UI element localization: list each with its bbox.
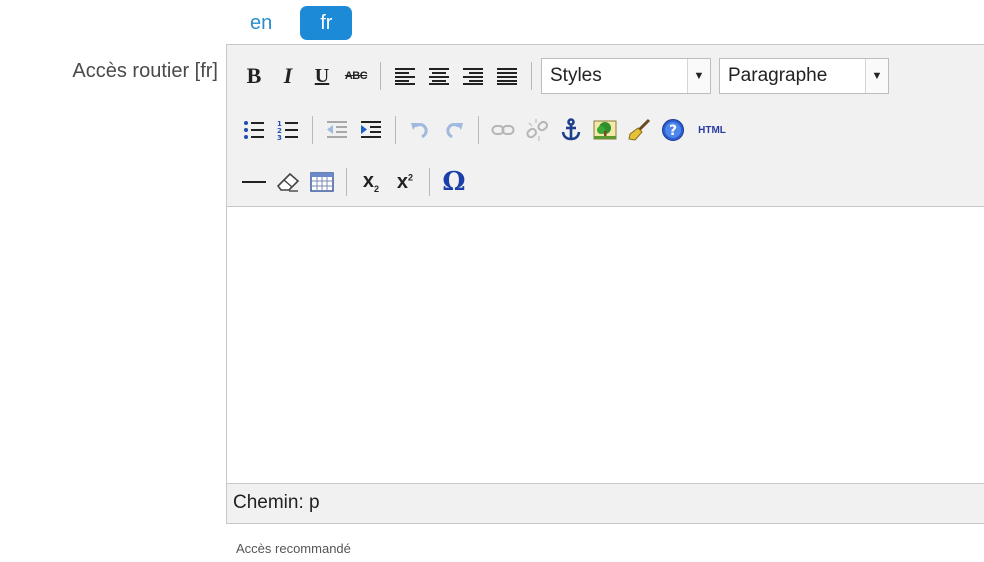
html-source-button[interactable]: HTML [690,113,734,147]
anchor-icon [561,118,581,141]
bold-label: B [246,63,262,88]
horizontal-rule-button[interactable] [237,165,271,199]
eraser-icon [276,172,300,192]
lang-tab-fr[interactable]: fr [300,6,353,40]
toolbar-row-1: B I U ABC Styles ▼ Paragraphe ▼ [237,56,889,96]
undo-button[interactable] [403,113,437,147]
bold-button[interactable]: B [237,59,271,93]
bullet-list-button[interactable] [237,113,271,147]
underline-label: U [314,64,330,87]
italic-button[interactable]: I [271,59,305,93]
align-right-button[interactable] [456,59,490,93]
redo-icon [446,123,463,139]
editor-content-area[interactable] [227,207,984,483]
chevron-down-icon[interactable]: ▼ [687,59,710,93]
toolbar-separator [429,168,430,196]
omega-icon: Ω [442,167,466,197]
table-icon [310,172,334,192]
toolbar-separator [395,116,396,144]
format-select[interactable]: Paragraphe ▼ [719,58,889,94]
cleanup-icon [628,118,651,141]
link-icon [491,125,515,135]
redo-button[interactable] [437,113,471,147]
element-path: Chemin: p [233,492,320,513]
strikethrough-label: ABC [344,70,368,82]
format-select-value: Paragraphe [728,65,828,86]
numbered-list-icon: 123 [277,120,298,141]
strikethrough-button[interactable]: ABC [339,59,373,93]
toolbar-row-3: x2 x2 Ω [237,162,471,202]
align-justify-button[interactable] [490,59,524,93]
outdent-button[interactable] [320,113,354,147]
help-button[interactable]: ? [656,113,690,147]
rich-text-editor: B I U ABC Styles ▼ Paragraphe ▼ 1 2 3 ? … [226,44,984,524]
image-icon [593,120,617,140]
indent-icon [361,121,381,138]
align-left-icon [395,68,415,85]
outdent-icon [327,121,347,138]
editor-status-bar: Chemin: p [227,483,984,523]
field-label: Accès routier [fr] [72,60,218,82]
remove-format-button[interactable] [271,165,305,199]
svg-text:3: 3 [277,134,282,141]
align-right-icon [463,68,483,85]
toolbar-row-2: 123 ? HTML [237,110,734,150]
table-button[interactable] [305,165,339,199]
field-help-text: Accès recommandé [236,541,351,556]
help-icon: ? [662,119,684,141]
align-center-button[interactable] [422,59,456,93]
subscript-base: x [362,170,375,192]
cleanup-button[interactable] [622,113,656,147]
subscript-mark: 2 [374,184,380,194]
toolbar-separator [312,116,313,144]
special-character-button[interactable]: Ω [437,165,471,199]
undo-icon [411,123,428,139]
superscript-mark: 2 [408,171,414,182]
language-tabs: en fr [236,6,366,40]
page: en fr Accès routier [fr] B I U ABC Style… [0,0,984,562]
lang-tab-en[interactable]: en [236,6,286,40]
superscript-base: x [396,170,409,193]
html-label: HTML [698,124,726,136]
toolbar-separator [346,168,347,196]
bullet-list-icon [244,121,264,139]
indent-button[interactable] [354,113,388,147]
image-button[interactable] [588,113,622,147]
toolbar-separator [380,62,381,90]
unlink-button[interactable] [520,113,554,147]
subscript-label: x2 [363,170,379,194]
link-button[interactable] [486,113,520,147]
horizontal-rule-icon [242,181,266,183]
styles-select-value: Styles [550,65,602,86]
subscript-button[interactable]: x2 [354,165,388,199]
numbered-list-button[interactable]: 123 [271,113,305,147]
superscript-label: x2 [397,171,413,194]
editor-toolbar: B I U ABC Styles ▼ Paragraphe ▼ 1 2 3 ? … [227,45,984,207]
underline-button[interactable]: U [305,59,339,93]
unlink-icon [526,119,548,141]
italic-label: I [283,63,293,88]
chevron-down-icon[interactable]: ▼ [865,59,888,93]
toolbar-separator [531,62,532,90]
superscript-button[interactable]: x2 [388,165,422,199]
align-left-button[interactable] [388,59,422,93]
align-justify-icon [497,68,517,85]
toolbar-separator [478,116,479,144]
align-center-icon [429,68,449,85]
anchor-button[interactable] [554,113,588,147]
styles-select[interactable]: Styles ▼ [541,58,711,94]
svg-text:?: ? [669,123,677,139]
